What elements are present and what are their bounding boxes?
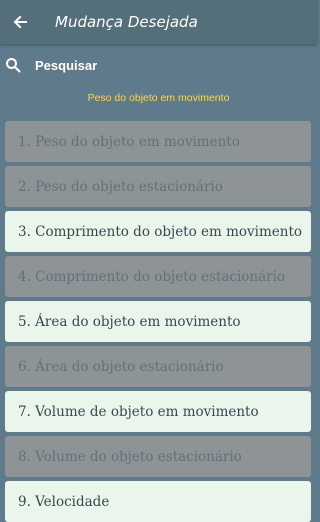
list-item: 1. Peso do objeto em movimento bbox=[5, 121, 311, 162]
list-item: 8. Volume do objeto estacionário bbox=[5, 436, 311, 477]
list-item[interactable]: 5. Área do objeto em movimento bbox=[5, 301, 311, 342]
search-input[interactable] bbox=[33, 56, 287, 74]
app-bar: Mudança Desejada bbox=[0, 0, 317, 44]
list-item: 6. Área do objeto estacionário bbox=[5, 346, 311, 387]
back-button[interactable] bbox=[0, 0, 40, 44]
list-item[interactable]: 3. Comprimento do objeto em movimento bbox=[5, 211, 311, 252]
list-item[interactable]: 9. Velocidade bbox=[5, 481, 311, 522]
search-icon[interactable] bbox=[5, 57, 21, 73]
section-label: Peso do objeto em movimento bbox=[87, 92, 230, 104]
page-title: Mudança Desejada bbox=[55, 13, 198, 31]
list-item: 2. Peso do objeto estacionário bbox=[5, 166, 311, 207]
search-bar bbox=[0, 51, 317, 79]
list-item[interactable]: 7. Volume de objeto em movimento bbox=[5, 391, 311, 432]
arrow-left-icon bbox=[13, 15, 27, 29]
list-item: 4. Comprimento do objeto estacionário bbox=[5, 256, 311, 297]
